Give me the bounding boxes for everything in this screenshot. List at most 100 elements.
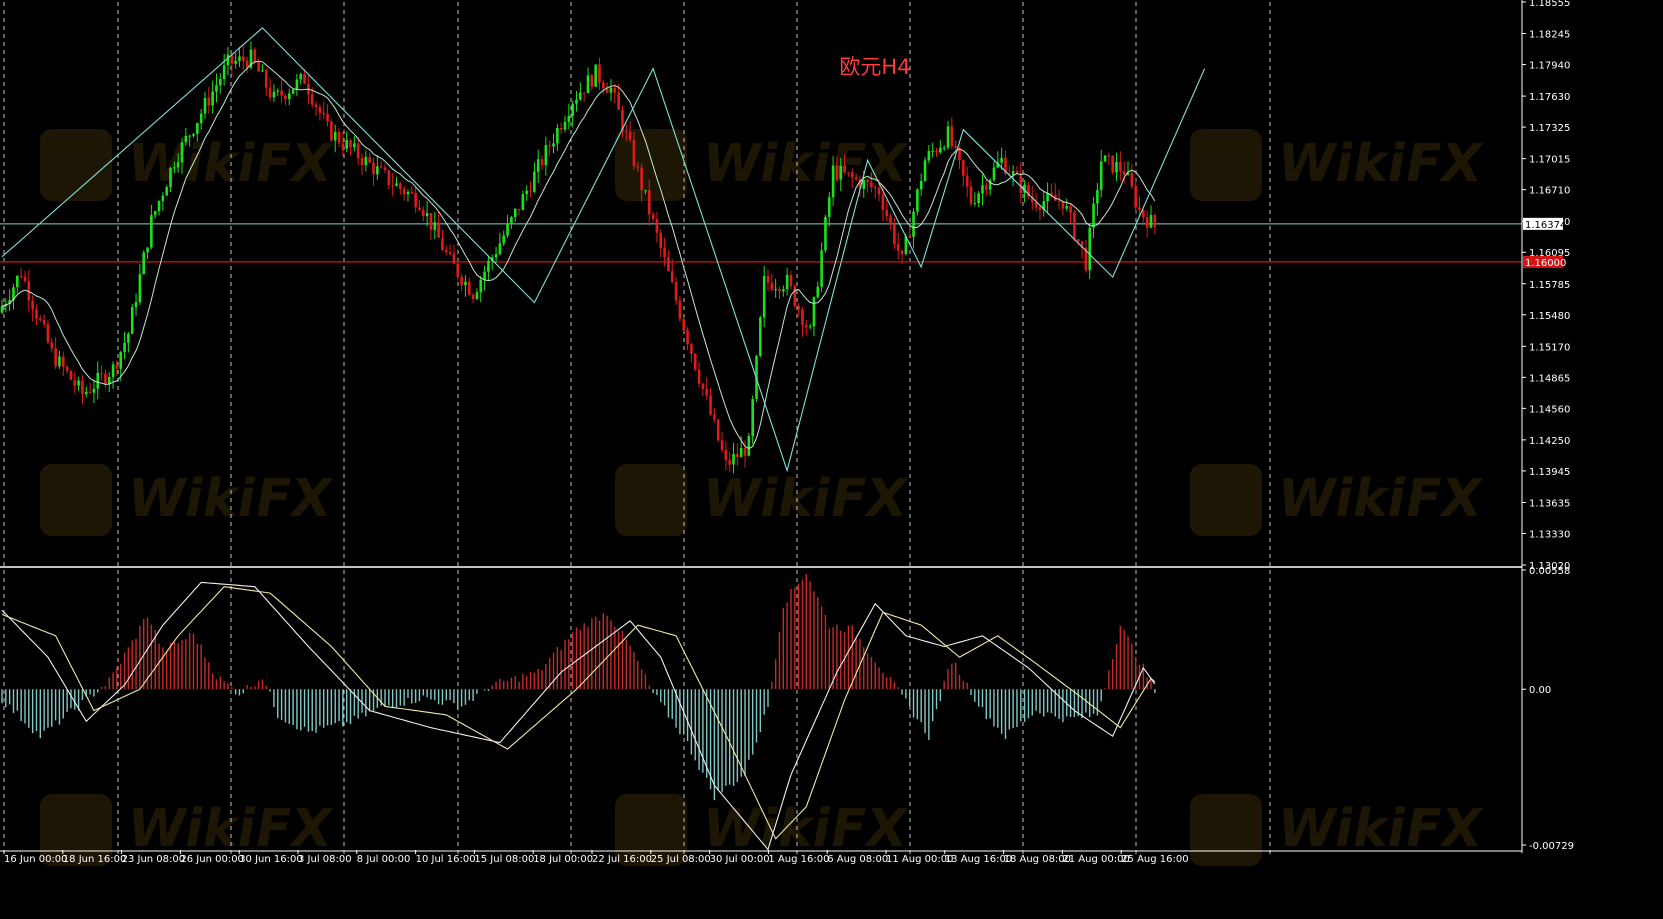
candle-body [65,366,69,371]
candle-body [693,353,697,370]
candle-body [985,185,988,190]
candle-body [452,253,456,264]
candle-body [1149,215,1153,228]
candle-body [686,330,689,345]
candle-body [908,236,912,238]
candle-body [632,139,636,167]
candle-body [1000,157,1003,163]
candle-body [169,168,172,188]
time-label: 16 Jun 00:00 [4,854,68,865]
candle-body [318,107,322,113]
wikifx-watermark: WikiFX [1190,464,1487,536]
watermark-logo-icon [1190,129,1262,201]
candle-body [264,70,268,88]
candle-body [134,302,138,308]
candle-body [636,166,640,168]
candle-body [444,250,448,252]
candle-body [115,364,119,369]
candle-body [697,369,701,384]
candle-body [916,189,919,212]
candle-body [950,126,954,147]
candle-body [517,208,521,210]
candle-body [728,460,731,465]
macd-tick-label: 0.00 [1529,685,1551,696]
candle-body [812,297,816,327]
candle-body [456,263,460,277]
price-tick-label: 1.17015 [1529,155,1570,166]
time-label: 25 Aug 16:00 [1121,854,1188,865]
time-label: 26 Jun 00:00 [180,854,244,865]
candle-body [567,115,571,122]
candle-body [100,372,103,374]
candle-body [180,142,184,163]
candle-body [326,114,329,122]
candle-body [881,194,885,210]
time-label: 8 Jul 00:00 [357,854,411,865]
candle-body [770,282,774,290]
candle-body [494,254,498,258]
candle-body [521,194,525,210]
wikifx-watermark: WikiFX [1190,129,1487,201]
candle-body [261,70,264,72]
candle-body [801,309,804,326]
candle-body [651,214,655,219]
candle-body [1038,207,1042,210]
candle-body [682,319,686,331]
candle-body [1019,173,1023,193]
candle-body [540,159,544,166]
time-label: 6 Aug 08:00 [827,854,888,865]
candle-body [1057,200,1061,202]
candle-body [552,143,555,147]
time-label: 30 Jun 16:00 [239,854,303,865]
candle-body [544,145,548,166]
time-label: 23 Jun 08:00 [122,854,186,865]
price-tick-label: 1.13945 [1529,467,1570,478]
candle-body [624,131,628,133]
time-label: 18 Jul 00:00 [533,854,593,865]
candle-body [870,182,873,188]
time-label: 11 Aug 00:00 [886,854,953,865]
candle-body [406,191,410,195]
candle-body [234,60,237,64]
candle-body [414,192,417,208]
candle-body [824,216,827,251]
candle-body [487,260,490,272]
candle-body [1111,155,1114,173]
candle-body [594,64,597,87]
candle-body [977,193,980,204]
wikifx-watermark: WikiFX [1190,794,1487,866]
candle-body [820,250,823,287]
candle-body [104,373,107,384]
candle-body [1103,155,1107,162]
candle-body [1092,203,1095,228]
candle-body [782,289,785,292]
candle-body [690,344,693,354]
candle-body [422,209,425,217]
price-tick-label: 1.14560 [1529,404,1570,415]
candle-body [1138,207,1141,211]
trading-chart[interactable]: WikiFX WikiFX WikiFX WikiFX WikiFX WikiFX Wiki… [0,0,1663,919]
candle-body [341,143,345,149]
candle-body [257,61,260,72]
time-label: 25 Jul 08:00 [651,854,711,865]
candle-body [314,104,318,108]
candle-body [77,380,80,386]
candle-body [157,201,161,212]
candle-body [19,275,23,277]
candle-body [372,162,375,175]
candle-body [854,177,858,180]
candle-body [732,453,735,465]
candle-body [736,453,739,458]
candle-body [835,165,839,180]
candle-body [720,440,724,451]
candle-body [23,276,27,282]
candle-body [276,90,280,92]
candle-body [1099,161,1103,191]
candle-body [808,326,812,328]
candle-body [54,348,57,367]
candle-body [628,131,632,140]
candle-body [353,143,356,148]
candle-body [119,351,123,369]
wikifx-watermark: WikiFX [40,464,337,536]
candle-body [739,447,743,458]
